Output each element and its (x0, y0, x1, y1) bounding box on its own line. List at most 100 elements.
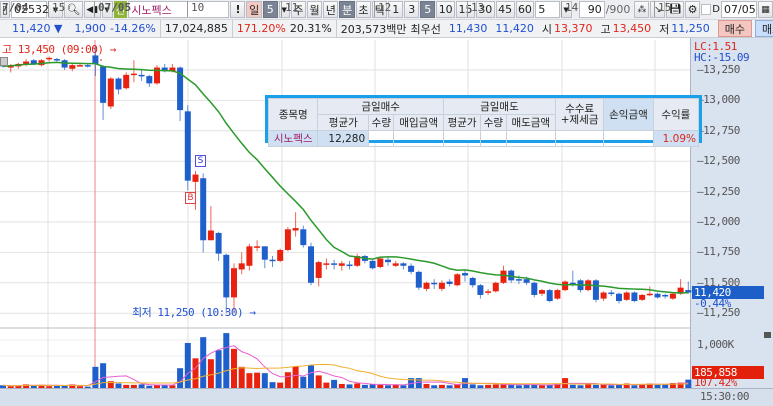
volume-bar (354, 383, 361, 388)
col-sell-avg: 평균가 (442, 114, 482, 131)
candle-body (639, 294, 646, 300)
row-sell-qty (480, 130, 507, 147)
row-buy-amount (393, 130, 444, 147)
price-tick-label: —12,000 (697, 215, 740, 228)
candle-body (562, 281, 569, 291)
volume-bar (592, 384, 599, 388)
candle-body (446, 281, 453, 285)
volume-bar (469, 384, 476, 388)
col-fee-tax: 수수료 +제세금 (554, 98, 605, 131)
volume-bar (369, 384, 376, 388)
volume-bar (315, 375, 322, 388)
candle-body (408, 265, 415, 272)
candle-body (646, 293, 653, 296)
volume-bar (631, 385, 638, 388)
row-stock-name[interactable]: 시노펙스 (267, 130, 319, 147)
group-today-sell: 금일매도 (442, 98, 556, 115)
candle-body (315, 262, 322, 278)
candle-body (500, 270, 507, 283)
volume-bar (523, 384, 530, 388)
volume-bar (585, 384, 592, 388)
x-label-15: 15 (48, 1, 65, 17)
candle-body (631, 292, 638, 302)
high-annotation: 고 13,450 (09:00) → (2, 43, 116, 56)
candle-body (415, 271, 422, 288)
volume-bar (569, 384, 576, 388)
volume-bar (654, 384, 661, 388)
candle-body (207, 230, 214, 241)
x-label-15b: 15 (654, 1, 671, 17)
candle-body (215, 232, 222, 254)
col-stock-name: 종목명 (267, 98, 319, 131)
candle-body (616, 293, 622, 302)
candle-body (238, 263, 245, 270)
candle-body (454, 274, 461, 286)
candle-body (146, 76, 153, 84)
table-row[interactable]: 시노펙스 12,280 1.09% (267, 130, 700, 147)
group-today-buy: 금일매수 (317, 98, 444, 115)
candle-body (192, 174, 199, 182)
candle-body (277, 249, 284, 261)
candle-body (69, 65, 76, 69)
candle-body (138, 74, 145, 77)
candle-body (539, 290, 545, 294)
sell-marker: S (195, 155, 206, 167)
volume-bar (177, 368, 184, 388)
row-buy-qty (368, 130, 395, 147)
row-buy-avg: 12,280 (317, 130, 370, 147)
volume-bar (246, 373, 253, 388)
volume-bar (261, 373, 268, 388)
candle-body (100, 66, 107, 103)
time-readout: 15:30:00 (700, 390, 749, 403)
price-tick-label: —12,500 (697, 154, 740, 168)
volume-bar (123, 384, 130, 388)
x-label-0704: 7/04 (0, 1, 29, 17)
candle-body (323, 263, 330, 265)
candle-body (115, 78, 122, 90)
volume-bar (53, 385, 60, 388)
volume-bar (130, 384, 137, 388)
price-tick-label: —13,000 (697, 93, 740, 107)
candle-body (223, 254, 230, 298)
volume-bar (515, 385, 522, 388)
volume-tick-label: 1,000K (697, 338, 734, 351)
candle-body (492, 282, 499, 292)
col-sell-qty: 수량 (480, 114, 507, 131)
x-label-13: 13 (467, 1, 484, 17)
volume-bar (7, 386, 14, 388)
volume-bar (169, 385, 176, 388)
candle-body (462, 273, 468, 276)
x-label-12: 12 (374, 1, 391, 17)
volume-bar (338, 383, 345, 388)
candle-body (469, 277, 476, 286)
col-pnl: 손익금액 (603, 98, 654, 131)
candle-body (184, 111, 191, 181)
candle-body (400, 263, 407, 266)
volume-bar (84, 386, 91, 388)
volume-bar (192, 358, 199, 388)
volume-bar (323, 382, 330, 388)
legend-toggle-icon[interactable] (0, 57, 8, 66)
volume-settings-icon[interactable] (764, 332, 771, 338)
volume-bar (161, 385, 168, 388)
volume-bar (616, 384, 622, 388)
candle-body (523, 279, 530, 283)
candle-body (531, 282, 538, 295)
row-sell-amount (505, 130, 556, 147)
candle-body (431, 282, 438, 285)
candle-body (654, 293, 661, 298)
volume-bar (477, 385, 484, 388)
volume-bar (361, 384, 368, 388)
volume-bar (385, 385, 391, 388)
price-tick-label: —11,750 (697, 245, 740, 259)
candle-body (554, 290, 561, 299)
col-sell-amount: 매도금액 (505, 114, 556, 131)
volume-bar (77, 386, 83, 388)
candlestick-chart[interactable] (0, 0, 773, 406)
candle-body (254, 246, 261, 248)
buy-marker: B (185, 192, 196, 204)
price-tick-label: —12,250 (697, 184, 740, 198)
candle-body (485, 291, 492, 293)
candle-body (600, 292, 607, 299)
volume-bar (46, 386, 53, 388)
